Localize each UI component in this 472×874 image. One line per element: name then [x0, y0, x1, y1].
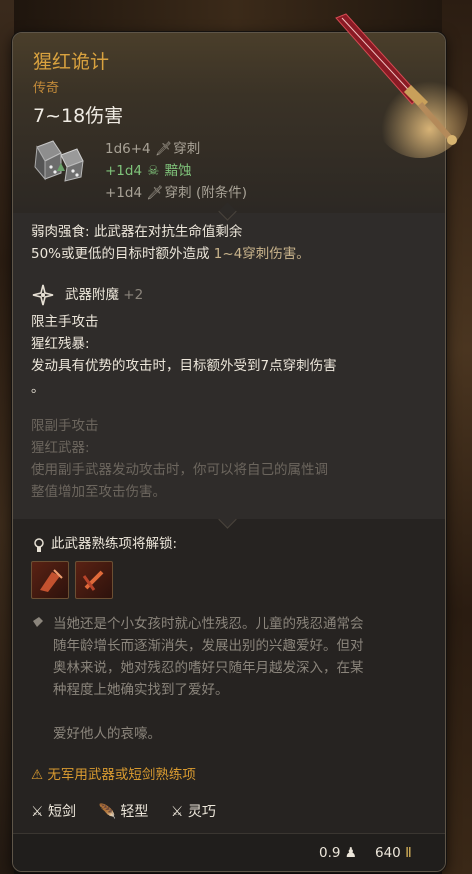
dice-icon [34, 140, 84, 182]
property-label: 短剑 [48, 804, 77, 820]
price-value: 640 [375, 845, 401, 861]
off-hand-title: 猩红武器: [31, 440, 90, 456]
proficiency-action-2-icon[interactable] [75, 561, 113, 599]
weight-icon: ♟ [344, 845, 357, 861]
damage-dice-3: +1d4 [105, 185, 143, 201]
damage-line-1: 1d6+4 🗡 穿刺 [105, 137, 200, 157]
lore-line-3: 奥林来说，她对残忍的嗜好只随年月越发深入，在某 [53, 660, 364, 676]
passive-bonus-damage: 1~4穿刺伤害。 [213, 246, 310, 262]
damage-dice-2: +1d4 [105, 163, 143, 179]
item-name: 猩红诡计 [33, 51, 110, 73]
item-price: 640 Ⅱ [375, 845, 412, 861]
dagger-item-icon [335, 13, 468, 158]
necrotic-icon: ☠ [147, 163, 160, 179]
damage-line-3: +1d4 🗡 穿刺 (附条件) [105, 181, 247, 201]
finesse-icon: ⚔ [170, 804, 184, 820]
weapon-enchant-icon [32, 284, 54, 306]
weapon-properties: ⚔ 短剑 🪶 轻型 ⚔ 灵巧 [31, 801, 234, 821]
lore-line-6: 爱好他人的哀嚎。 [53, 726, 161, 742]
property-light: 🪶 轻型 [98, 801, 148, 821]
warning-text: 无军用武器或短剑熟练项 [47, 767, 196, 783]
property-short-sword: ⚔ 短剑 [31, 801, 76, 821]
damage-type-1: 穿刺 [173, 141, 201, 157]
main-hand-desc-1: 发动具有优势的攻击时，目标额外受到7点穿刺伤害 [31, 358, 337, 374]
off-hand-desc-1: 使用副手武器发动攻击时，你可以将自己的属性调 [31, 462, 328, 478]
main-hand-restriction: 限主手攻击 [31, 314, 99, 330]
item-weight: 0.9 ♟ [319, 845, 357, 861]
property-label: 灵巧 [187, 804, 216, 820]
weight-value: 0.9 [319, 845, 341, 861]
damage-type-3: 穿刺 (附条件) [164, 185, 247, 201]
damage-range: 7~18伤害 [33, 105, 124, 127]
passive-line-2-text: 50%或更低的目标时额外造成 [31, 246, 214, 262]
proficiency-warning: ⚠ 无军用武器或短剑熟练项 [31, 763, 196, 783]
passive-line-2: 50%或更低的目标时额外造成 1~4穿刺伤害。 [31, 243, 310, 265]
warning-icon: ⚠ [31, 767, 44, 783]
enchant-row: 武器附魔 +2 [65, 284, 143, 306]
main-hand-title: 猩红残暴: [31, 336, 90, 352]
proficiency-header: 此武器熟练项将解锁: [51, 536, 178, 552]
property-label: 轻型 [120, 804, 149, 820]
proficiency-action-1-icon[interactable] [31, 561, 69, 599]
off-hand-desc-2: 整值增加至攻击伤害。 [31, 484, 166, 500]
passive-line-1: 弱肉强食: 此武器在对抗生命值剩余 [31, 224, 243, 240]
piercing-icon: 🗡 [146, 185, 164, 201]
enchant-label: 武器附魔 [65, 287, 119, 303]
enchant-value: +2 [123, 287, 144, 303]
proficiency-icon [34, 538, 44, 552]
piercing-icon: 🗡 [154, 141, 173, 157]
damage-dice-1: 1d6+4 [105, 141, 151, 157]
lore-line-1: 当她还是个小女孩时就心性残忍。儿童的残忍通常会 [53, 616, 364, 632]
short-sword-icon: ⚔ [31, 804, 44, 820]
item-rarity: 传奇 [33, 81, 60, 96]
light-feather-icon: 🪶 [98, 804, 116, 820]
damage-type-2: 黯蚀 [164, 163, 192, 179]
gold-icon: Ⅱ [405, 845, 412, 861]
off-hand-restriction: 限副手攻击 [31, 418, 99, 434]
lore-quote-icon [33, 617, 43, 627]
damage-line-2: +1d4 ☠ 黯蚀 [105, 159, 192, 179]
property-finesse: ⚔ 灵巧 [171, 801, 216, 821]
lore-line-4: 种程度上她确实找到了爱好。 [53, 682, 229, 698]
lore-line-2: 随年龄增长而逐渐消失，发展出别的兴趣爱好。但对 [53, 638, 364, 654]
main-hand-desc-2: 。 [31, 380, 45, 396]
